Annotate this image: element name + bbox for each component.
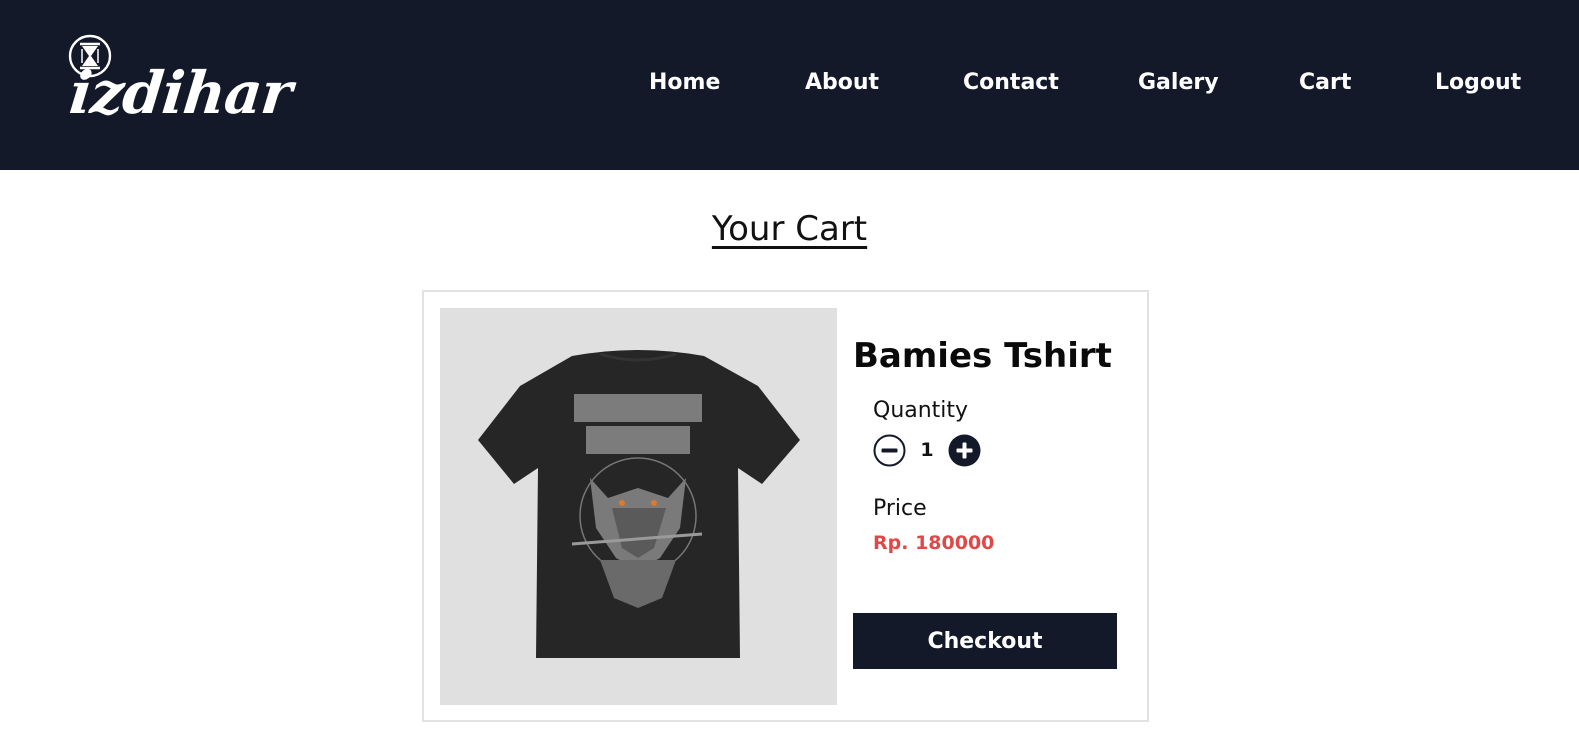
nav-logout[interactable]: Logout [1435, 68, 1521, 98]
product-image [440, 308, 837, 705]
checkout-button[interactable]: Checkout [853, 613, 1117, 669]
nav-cart[interactable]: Cart [1299, 68, 1351, 98]
nav-galery[interactable]: Galery [1138, 68, 1219, 98]
nav-home[interactable]: Home [649, 68, 720, 98]
price-value: Rp. 180000 [873, 532, 995, 554]
page-title: Your Cart [711, 209, 868, 249]
plus-circle-icon[interactable] [948, 434, 981, 467]
quantity-label: Quantity [873, 398, 969, 423]
brand-logo[interactable]: izdihar [66, 34, 296, 127]
nav-contact[interactable]: Contact [963, 68, 1059, 98]
cart-item-card: Bamies Tshirt Quantity 1 Price Rp. 18000… [422, 290, 1149, 722]
product-name: Bamies Tshirt [853, 336, 1112, 376]
navbar: izdihar Home About Contact Galery Cart L… [0, 0, 1579, 170]
nav-about[interactable]: About [805, 68, 879, 98]
quantity-value: 1 [920, 439, 934, 461]
price-label: Price [873, 496, 927, 521]
tshirt-image [440, 308, 837, 705]
minus-circle-icon[interactable] [873, 434, 906, 467]
brand-wordmark: izdihar [66, 59, 295, 127]
